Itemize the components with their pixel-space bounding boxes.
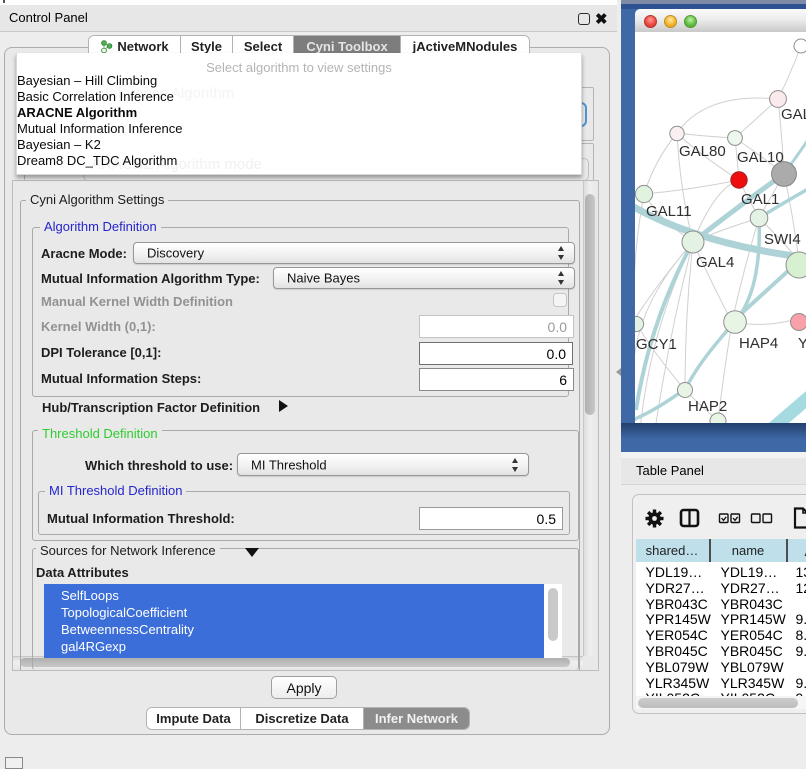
svg-text:GAL80: GAL80 [679,143,726,160]
svg-text:GAL1: GAL1 [741,191,779,208]
svg-text:SWI4: SWI4 [764,231,801,248]
svg-text:GAL11: GAL11 [646,203,692,220]
svg-text:HAP4: HAP4 [739,335,778,352]
svg-text:GAL4: GAL4 [696,254,734,271]
svg-text:GCY1: GCY1 [636,336,677,353]
svg-text:YM: YM [798,335,806,352]
svg-text:HAP2: HAP2 [688,398,727,415]
svg-text:GAL2: GAL2 [781,106,806,123]
svg-text:GAL10: GAL10 [737,149,784,166]
